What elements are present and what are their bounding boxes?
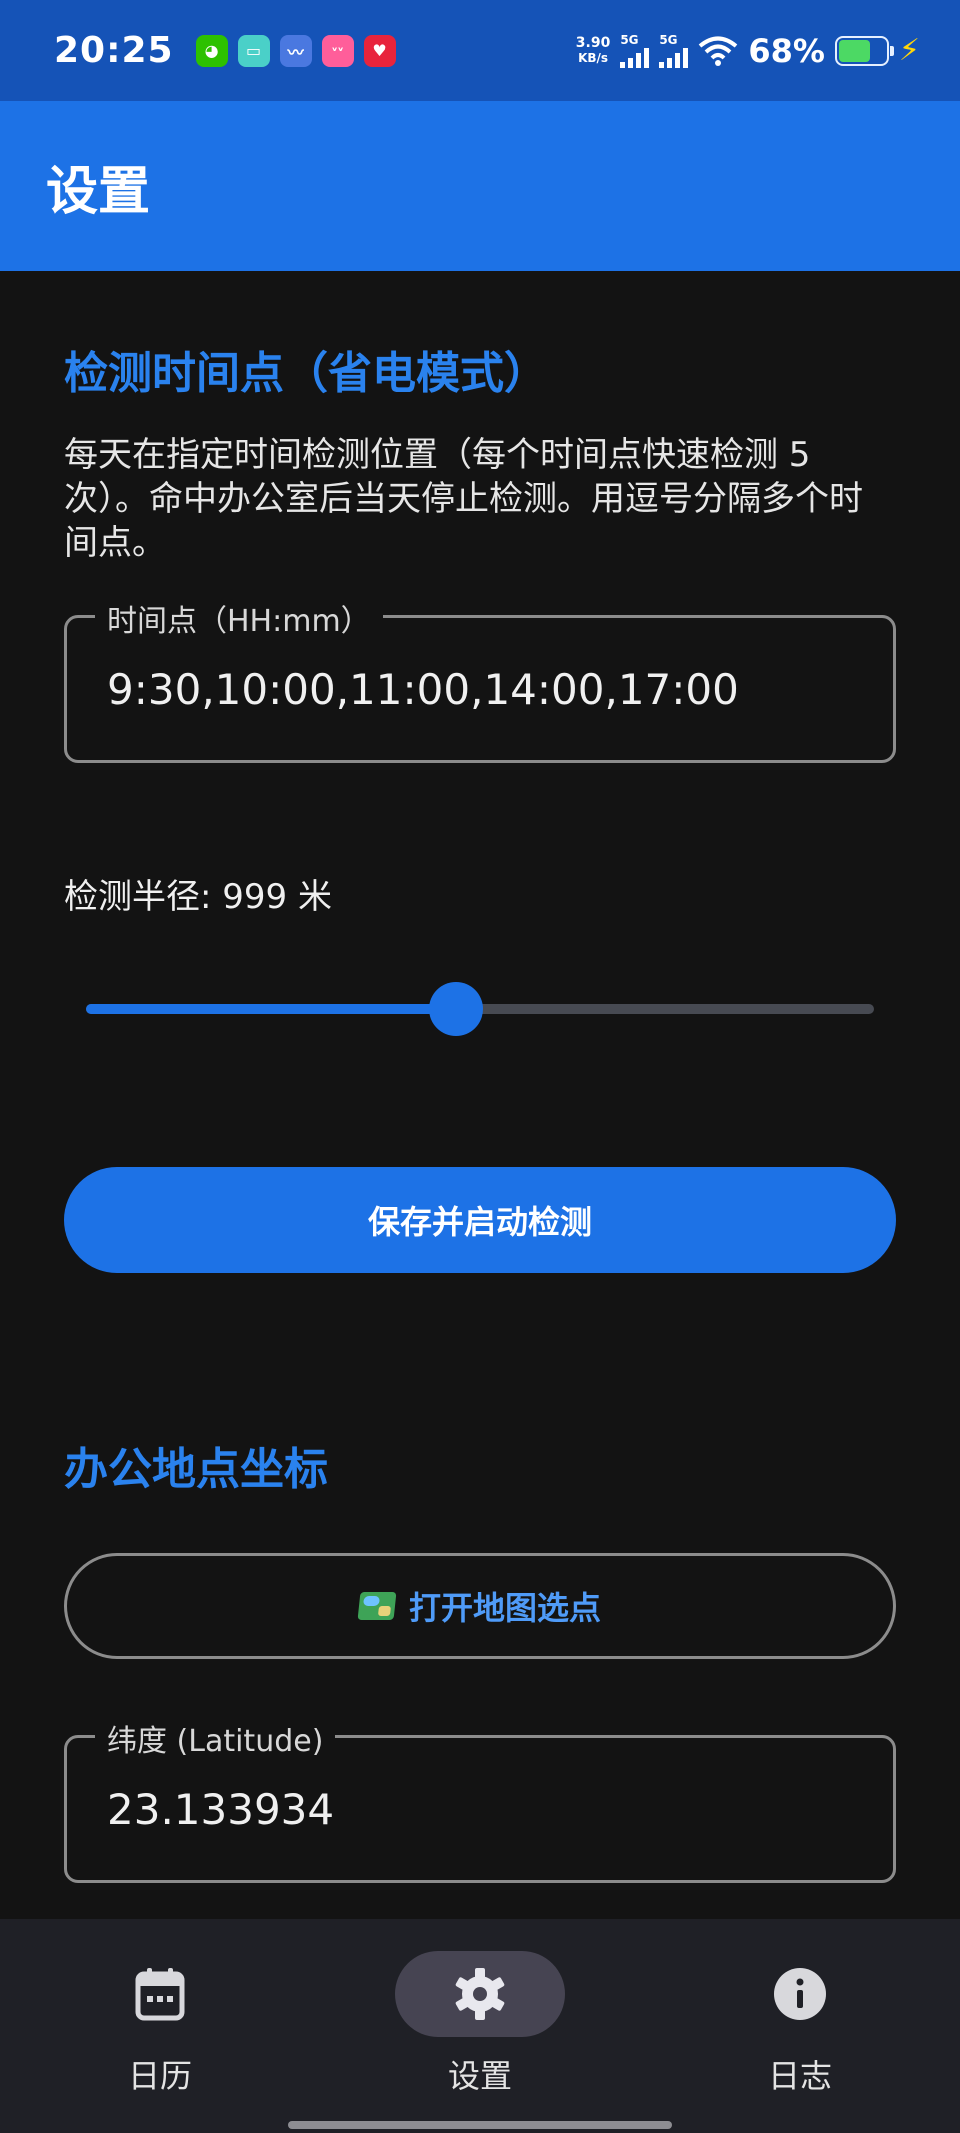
open-map-button[interactable]: 打开地图选点: [64, 1553, 896, 1659]
sim2-signal-icon: 5G: [659, 32, 689, 68]
map-icon: [357, 1592, 397, 1620]
page-title: 设置: [46, 161, 151, 222]
nav-label-log: 日志: [767, 2057, 832, 2095]
nav-item-log[interactable]: 日志: [640, 1919, 960, 2133]
nav-pill-log: [715, 1951, 885, 2037]
latitude-label: 纬度 (Latitude): [95, 1716, 336, 1760]
battery-percent: 68%: [748, 31, 825, 70]
slider-thumb[interactable]: [429, 982, 484, 1036]
network-speed-unit: KB/s: [578, 50, 609, 65]
app-bar: 设置: [0, 101, 960, 271]
detection-section-title: 检测时间点（省电模式）: [64, 348, 548, 399]
latitude-input[interactable]: 23.133934: [107, 1785, 334, 1834]
settings-content[interactable]: 检测时间点（省电模式） 每天在指定时间检测位置（每个时间点快速检测 5 次）。命…: [0, 271, 960, 1919]
slider-active-track: [86, 1004, 457, 1014]
radius-label: 检测半径: 999 米: [64, 877, 332, 917]
heart-app-icon: ♥: [363, 34, 396, 67]
nav-pill-calendar: [75, 1951, 245, 2037]
home-indicator[interactable]: [288, 2121, 672, 2129]
notification-icons: ◕ ▭ 〰 ᵛᵛ ♥: [195, 34, 396, 67]
nav-item-settings[interactable]: 设置: [320, 1919, 640, 2133]
nav-label-calendar: 日历: [127, 2057, 192, 2095]
info-icon: [774, 1968, 826, 2020]
bottom-navigation: 日历 设置 日志: [0, 1919, 960, 2133]
network-speed: 3.90 KB/s: [575, 34, 611, 66]
chat-app-icon: ▭: [237, 34, 270, 67]
nav-item-calendar[interactable]: 日历: [0, 1919, 320, 2133]
save-and-start-button[interactable]: 保存并启动检测: [64, 1167, 896, 1273]
status-indicators: 3.90 KB/s 5G 5G 68% ⚡: [576, 32, 920, 70]
time-points-field[interactable]: 时间点（HH:mm） 9:30,10:00,11:00,14:00,17:00: [64, 596, 896, 763]
time-points-label: 时间点（HH:mm）: [95, 596, 383, 640]
wave-app-icon: 〰: [279, 34, 312, 67]
lolo-app-icon: ᵛᵛ: [321, 34, 354, 67]
open-map-label: 打开地图选点: [408, 1590, 601, 1626]
wifi-icon: [699, 36, 738, 66]
nav-pill-settings: [395, 1951, 565, 2037]
sim1-network-type: 5G: [620, 32, 639, 47]
radius-slider[interactable]: [64, 980, 896, 1036]
calendar-icon: [135, 1968, 185, 2021]
sim1-signal-icon: 5G: [620, 32, 650, 68]
nav-label-settings: 设置: [447, 2057, 512, 2095]
wechat-icon: ◕: [195, 34, 228, 67]
sim2-network-type: 5G: [659, 32, 678, 47]
status-bar: 20:25 ◕ ▭ 〰 ᵛᵛ ♥ 3.90 KB/s 5G 5G 68% ⚡: [0, 0, 960, 101]
charging-icon: ⚡: [898, 33, 920, 68]
time-points-input[interactable]: 9:30,10:00,11:00,14:00,17:00: [107, 665, 739, 714]
office-section-title: 办公地点坐标: [64, 1444, 328, 1495]
latitude-field[interactable]: 纬度 (Latitude) 23.133934: [64, 1716, 896, 1883]
status-time: 20:25: [54, 30, 174, 71]
gear-icon: [455, 1968, 505, 2020]
battery-icon: [834, 35, 894, 66]
detection-description: 每天在指定时间检测位置（每个时间点快速检测 5 次）。命中办公室后当天停止检测。…: [64, 435, 863, 563]
network-speed-value: 3.90: [575, 34, 611, 51]
